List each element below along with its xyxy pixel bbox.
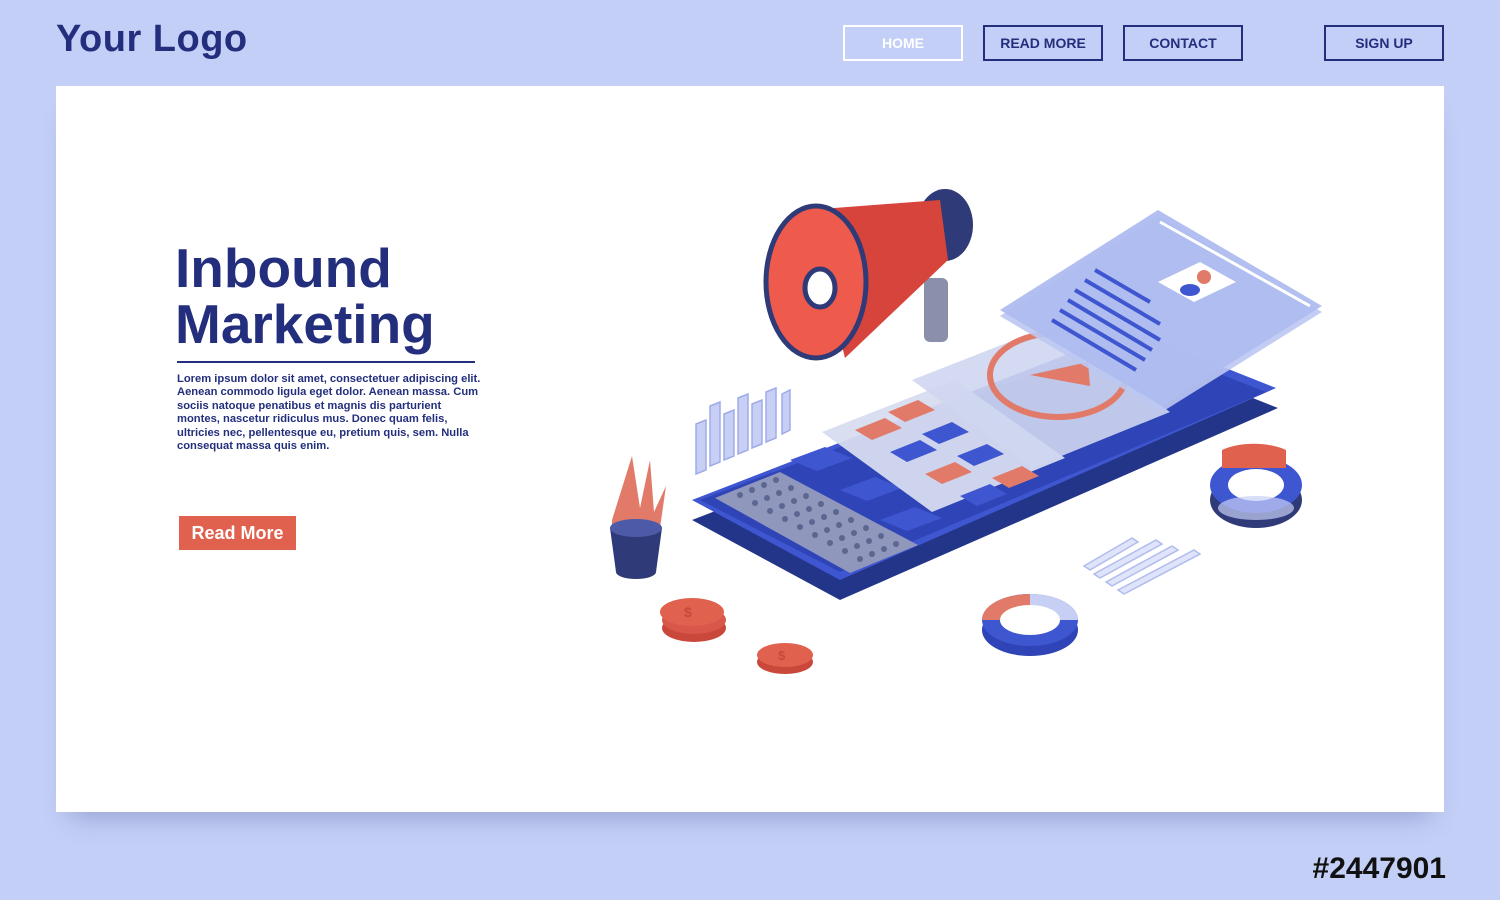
- bar-chart-icon: [695, 386, 791, 476]
- svg-text:$: $: [684, 604, 692, 620]
- svg-text:$: $: [778, 648, 786, 663]
- horizontal-bar-chart-icon: [1082, 537, 1202, 595]
- ring-chart-icon: [1210, 443, 1302, 528]
- stock-image-id: #2447901: [1312, 852, 1446, 885]
- potted-plant-icon: [610, 456, 666, 579]
- dollar-coin-icon: $ $: [660, 598, 813, 674]
- donut-chart-icon: [982, 594, 1078, 656]
- inbound-marketing-illustration: $ $: [610, 189, 1322, 674]
- megaphone-icon: [763, 189, 973, 361]
